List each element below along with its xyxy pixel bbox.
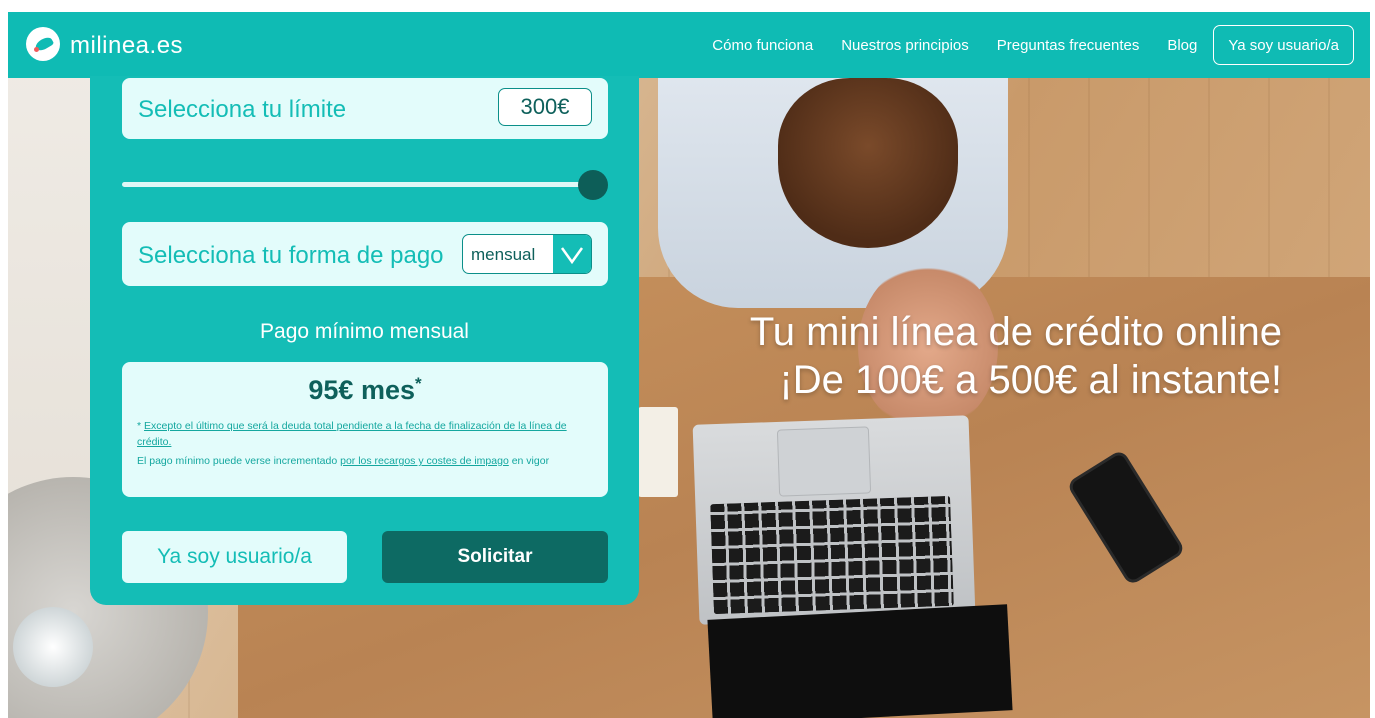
chevron-down-icon[interactable] xyxy=(553,235,591,273)
min-payment-note-1: * Excepto el último que será la deuda to… xyxy=(137,418,597,450)
note-2-link[interactable]: por los recargos y costes de impago xyxy=(340,455,509,467)
page-frame: Tu mini línea de crédito online ¡De 100€… xyxy=(8,12,1370,718)
nav-blog[interactable]: Blog xyxy=(1167,37,1197,54)
main-nav: Cómo funciona Nuestros principios Pregun… xyxy=(712,25,1354,65)
note-2-suffix: en vigor xyxy=(508,455,550,467)
login-button[interactable]: Ya soy usuario/a xyxy=(1213,25,1354,65)
min-payment-amount-text: 95€ mes xyxy=(308,375,415,405)
existing-user-button[interactable]: Ya soy usuario/a xyxy=(122,531,347,583)
background-notebook xyxy=(638,407,678,497)
payment-frequency-select[interactable]: mensual xyxy=(462,234,592,274)
logo-text[interactable]: milinea.es xyxy=(70,32,183,60)
note-1-link[interactable]: Excepto el último que será la deuda tota… xyxy=(137,420,567,448)
limit-slider-handle[interactable] xyxy=(578,170,608,200)
nav-como-funciona[interactable]: Cómo funciona xyxy=(712,37,813,54)
apply-button[interactable]: Solicitar xyxy=(382,531,608,583)
limit-value-input[interactable]: 300€ xyxy=(498,88,592,126)
min-payment-asterisk: * xyxy=(414,374,422,393)
top-navbar: milinea.es Cómo funciona Nuestros princi… xyxy=(8,12,1370,78)
logo-icon[interactable] xyxy=(26,27,60,61)
background-laptop-trackpad xyxy=(776,426,872,497)
background-person-head xyxy=(778,78,958,248)
min-payment-card: 95€ mes* * Excepto el último que será la… xyxy=(122,362,608,497)
credit-calculator-panel: Selecciona tu límite 300€ Selecciona tu … xyxy=(90,76,639,605)
min-payment-amount: 95€ mes* xyxy=(122,374,608,406)
min-payment-note-2: El pago mínimo puede verse incrementado … xyxy=(137,453,597,469)
payment-label: Selecciona tu forma de pago xyxy=(138,242,444,269)
nav-preguntas-frecuentes[interactable]: Preguntas frecuentes xyxy=(997,37,1140,54)
logo-dot xyxy=(34,47,39,52)
limit-slider-track[interactable] xyxy=(122,182,596,187)
note-2-prefix: El pago mínimo puede verse incrementado xyxy=(137,455,341,467)
note-1-prefix: * xyxy=(137,420,145,432)
background-laptop-screen xyxy=(707,604,1013,718)
background-bowl xyxy=(13,607,93,687)
limit-card: Selecciona tu límite 300€ xyxy=(122,78,608,139)
nav-nuestros-principios[interactable]: Nuestros principios xyxy=(841,37,969,54)
hero-line-2: ¡De 100€ a 500€ al instante! xyxy=(779,358,1282,402)
hero-headline: Tu mini línea de crédito online ¡De 100€… xyxy=(750,308,1282,404)
background-laptop-keyboard xyxy=(710,495,954,615)
payment-card: Selecciona tu forma de pago mensual xyxy=(122,222,608,286)
payment-frequency-value: mensual xyxy=(471,245,536,264)
min-payment-title: Pago mínimo mensual xyxy=(260,320,469,343)
limit-label: Selecciona tu límite xyxy=(138,96,347,123)
hero-line-1: Tu mini línea de crédito online xyxy=(749,310,1282,354)
